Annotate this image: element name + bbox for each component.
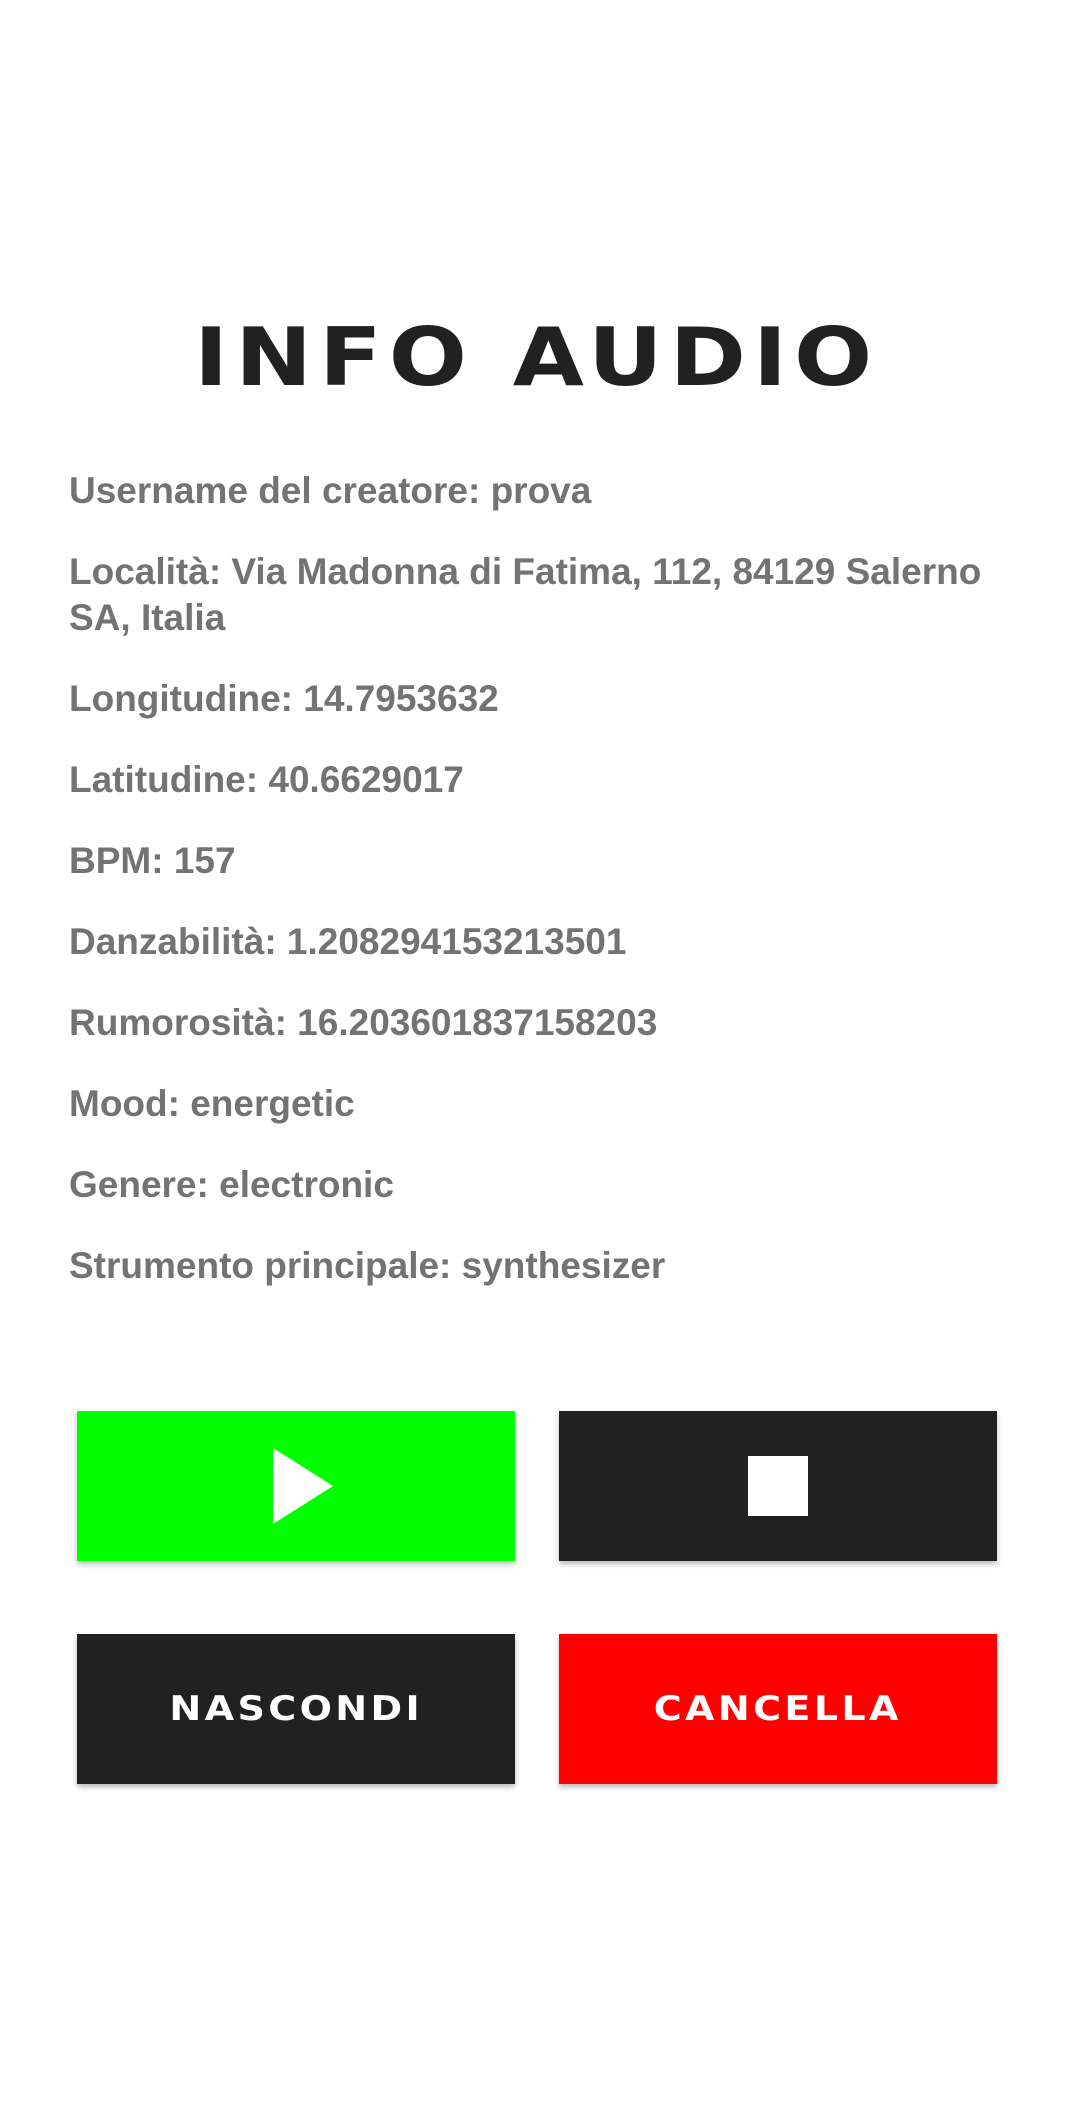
mood: Mood: energetic [69, 1083, 355, 1124]
delete-button[interactable]: CANCELLA [559, 1634, 997, 1784]
genre: Genere: electronic [69, 1164, 394, 1205]
play-icon [273, 1448, 333, 1524]
page-title: INFO AUDIO [193, 311, 880, 404]
main-instrument: Strumento principale: synthesizer [69, 1245, 666, 1286]
audio-info-list: Username del creatore: prova Località: V… [69, 468, 1009, 1324]
delete-button-label: CANCELLA [653, 1689, 903, 1729]
bpm: BPM: 157 [69, 840, 236, 881]
creator-username: Username del creatore: prova [69, 470, 592, 511]
hide-button[interactable]: NASCONDI [77, 1634, 515, 1784]
latitude: Latitudine: 40.6629017 [69, 759, 464, 800]
play-button[interactable] [77, 1411, 515, 1561]
hide-button-label: NASCONDI [169, 1689, 423, 1729]
stop-icon [748, 1456, 808, 1516]
location: Località: Via Madonna di Fatima, 112, 84… [69, 551, 982, 638]
danceability: Danzabilità: 1.208294153213501 [69, 921, 627, 962]
longitude: Longitudine: 14.7953632 [69, 678, 499, 719]
stop-button[interactable] [559, 1411, 997, 1561]
loudness: Rumorosità: 16.203601837158203 [69, 1002, 658, 1043]
